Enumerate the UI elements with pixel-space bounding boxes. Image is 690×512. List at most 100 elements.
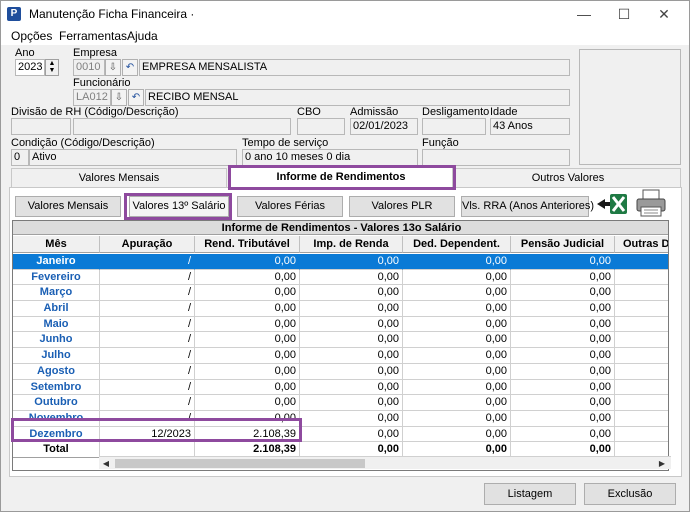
col-header-rend-tributavel[interactable]: Rend. Tributável (195, 236, 300, 253)
table-cell[interactable]: 0,00 (300, 254, 403, 270)
table-cell[interactable]: 0,00 (511, 410, 615, 427)
col-header-ded-dependent[interactable]: Ded. Dependent. (403, 236, 511, 253)
valores-ferias-button[interactable]: Valores Férias (237, 196, 343, 217)
table-cell[interactable]: 0,00 (195, 301, 300, 317)
table-cell[interactable]: 0,00 (511, 285, 615, 302)
table-cell[interactable]: 0,00 (511, 348, 615, 364)
month-cell[interactable]: Dezembro (13, 426, 100, 443)
valores-13-salario-button[interactable]: Valores 13º Salário (129, 196, 229, 217)
table-cell[interactable]: 0,00 (300, 426, 403, 443)
table-cell[interactable]: / (100, 285, 195, 302)
table-cell[interactable]: / (100, 254, 195, 270)
table-cell[interactable]: 2.108,39 (195, 426, 300, 443)
table-cell[interactable]: / (100, 395, 195, 411)
table-cell[interactable] (615, 395, 668, 411)
horizontal-scrollbar[interactable]: ◀ ▶ (99, 456, 671, 469)
table-row[interactable]: Julho/0,00 0,00 0,00 0,00 (13, 348, 668, 364)
table-cell[interactable] (615, 364, 668, 380)
table-cell[interactable]: 0,00 (403, 316, 511, 333)
empresa-download-icon[interactable]: ⇩ (105, 59, 121, 76)
empresa-undo-icon[interactable]: ↶ (122, 59, 138, 76)
table-cell[interactable]: / (100, 348, 195, 364)
month-cell[interactable]: Outubro (13, 395, 100, 411)
table-cell[interactable]: 0,00 (403, 348, 511, 364)
table-row[interactable]: Abril/0,00 0,00 0,00 0,00 (13, 301, 668, 317)
table-row[interactable]: Dezembro 12/2023 2.108,39 0,00 0,00 0,00 (13, 426, 668, 443)
table-cell[interactable] (615, 332, 668, 349)
tab-informe-rendimentos[interactable]: Informe de Rendimentos (229, 167, 453, 188)
table-row[interactable]: Junho/0,00 0,00 0,00 0,00 (13, 332, 668, 349)
table-cell[interactable]: 0,00 (511, 395, 615, 411)
printer-icon[interactable] (635, 188, 667, 218)
scroll-left-icon[interactable]: ◀ (99, 457, 113, 470)
month-cell[interactable]: Janeiro (13, 254, 100, 270)
table-cell[interactable]: 0,00 (195, 332, 300, 349)
month-cell[interactable]: Fevereiro (13, 269, 100, 286)
table-cell[interactable]: / (100, 301, 195, 317)
table-row[interactable]: Agosto/0,00 0,00 0,00 0,00 (13, 363, 668, 380)
table-cell[interactable] (615, 411, 668, 427)
table-cell[interactable]: 0,00 (511, 426, 615, 443)
ano-field[interactable]: 2023 (15, 59, 45, 76)
table-cell[interactable]: / (100, 379, 195, 396)
table-row[interactable]: Novembro/0,00 0,00 0,00 0,00 (13, 410, 668, 427)
funcionario-undo-icon[interactable]: ↶ (128, 89, 144, 106)
table-cell[interactable]: 0,00 (195, 395, 300, 411)
table-cell[interactable] (615, 254, 668, 270)
table-cell[interactable] (615, 380, 668, 396)
maximize-button[interactable]: ☐ (604, 1, 644, 27)
table-cell[interactable]: / (100, 316, 195, 333)
tab-outros-valores[interactable]: Outros Valores (455, 168, 681, 188)
month-cell[interactable]: Julho (13, 348, 100, 364)
menu-opcoes[interactable]: Opções (11, 29, 52, 43)
table-row[interactable]: Maio/0,00 0,00 0,00 0,00 (13, 316, 668, 333)
table-cell[interactable]: 0,00 (511, 254, 615, 270)
table-cell[interactable]: 0,00 (195, 363, 300, 380)
funcionario-code-field[interactable]: LA012 (73, 89, 111, 106)
table-cell[interactable]: 0,00 (511, 363, 615, 380)
minimize-button[interactable]: — (564, 1, 604, 27)
table-cell[interactable]: 0,00 (403, 332, 511, 349)
col-header-pensao-judicial[interactable]: Pensão Judicial (511, 236, 615, 253)
col-header-mes[interactable]: Mês (13, 236, 100, 253)
month-cell[interactable]: Agosto (13, 363, 100, 380)
table-cell[interactable]: 0,00 (511, 332, 615, 349)
exclusao-button[interactable]: Exclusão (584, 483, 676, 505)
vls-rra-button[interactable]: Vls. RRA (Anos Anteriores) (461, 196, 594, 217)
table-cell[interactable]: 0,00 (195, 285, 300, 302)
table-cell[interactable]: 0,00 (403, 395, 511, 411)
table-row[interactable]: Setembro/0,00 0,00 0,00 0,00 (13, 379, 668, 396)
table-cell[interactable]: / (100, 332, 195, 349)
table-cell[interactable]: 0,00 (511, 301, 615, 317)
table-cell[interactable] (615, 285, 668, 302)
table-cell[interactable]: 0,00 (195, 379, 300, 396)
table-cell[interactable]: 0,00 (403, 301, 511, 317)
menu-ajuda[interactable]: Ajuda (127, 29, 158, 43)
funcionario-download-icon[interactable]: ⇩ (111, 89, 127, 106)
ano-spinner[interactable]: ▲ ▼ (45, 59, 59, 76)
valores-mensais-button[interactable]: Valores Mensais (15, 196, 121, 217)
table-cell[interactable]: 0,00 (300, 348, 403, 364)
table-cell[interactable]: 0,00 (300, 410, 403, 427)
menu-ferramentas[interactable]: Ferramentas (59, 29, 127, 43)
export-excel-icon[interactable] (595, 191, 629, 217)
table-cell[interactable]: 0,00 (195, 348, 300, 364)
table-cell[interactable] (615, 348, 668, 364)
table-cell[interactable]: 0,00 (300, 301, 403, 317)
table-cell[interactable]: 0,00 (403, 363, 511, 380)
table-cell[interactable] (615, 427, 668, 443)
table-row[interactable]: Outubro/0,00 0,00 0,00 0,00 (13, 395, 668, 411)
tab-valores-mensais[interactable]: Valores Mensais (11, 168, 227, 188)
valores-plr-button[interactable]: Valores PLR (349, 196, 455, 217)
month-cell[interactable]: Março (13, 285, 100, 302)
table-cell[interactable]: 12/2023 (100, 426, 195, 443)
table-cell[interactable]: 0,00 (300, 379, 403, 396)
month-cell[interactable]: Setembro (13, 379, 100, 396)
table-cell[interactable]: 0,00 (403, 426, 511, 443)
month-cell[interactable]: Junho (13, 332, 100, 349)
month-cell[interactable]: Abril (13, 301, 100, 317)
table-cell[interactable]: / (100, 363, 195, 380)
table-cell[interactable]: / (100, 269, 195, 286)
table-cell[interactable] (615, 301, 668, 317)
scroll-thumb[interactable] (115, 459, 365, 468)
